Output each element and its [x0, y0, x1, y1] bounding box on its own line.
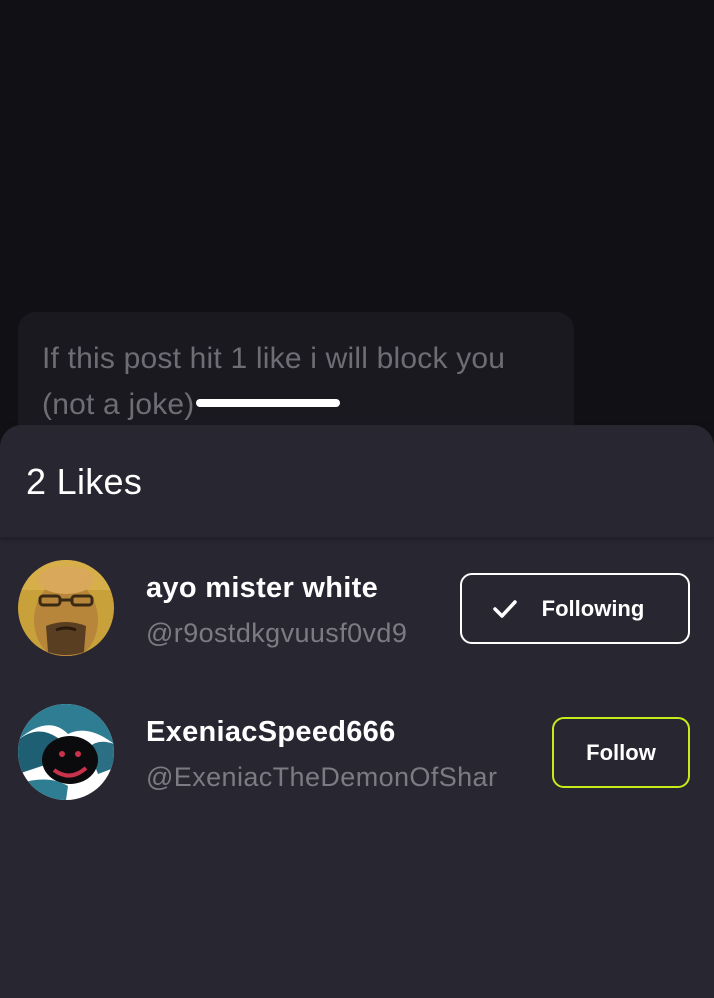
user-handle: @ExeniacTheDemonOfShar — [146, 762, 498, 792]
avatar[interactable] — [18, 704, 114, 800]
likes-sheet: 2 Likes ayo mister white @r9ostdkgvuusf0… — [0, 425, 714, 998]
avatar-image — [18, 704, 114, 800]
user-handle: @r9ostdkgvuusf0vd9 — [146, 618, 408, 648]
following-button-label: Following — [541, 595, 645, 621]
likes-count-title: 2 Likes — [26, 461, 143, 502]
post-text: If this post hit 1 like i will block you… — [42, 336, 542, 428]
liker-row[interactable]: ExeniacSpeed666 @ExeniacTheDemonOfShar F… — [0, 704, 714, 804]
follow-button[interactable]: Follow — [552, 717, 690, 788]
checkmark-icon — [492, 599, 517, 618]
user-name[interactable]: ayo mister white — [146, 572, 378, 605]
follow-button-label: Follow — [586, 739, 656, 765]
avatar[interactable] — [18, 560, 114, 656]
likes-sheet-header: 2 Likes — [0, 425, 714, 538]
screen: If this post hit 1 like i will block you… — [0, 0, 714, 998]
sheet-drag-handle[interactable] — [196, 399, 341, 408]
avatar-image — [18, 560, 114, 656]
post-text-content: If this post hit 1 like i will block you… — [42, 342, 506, 421]
liker-row[interactable]: ayo mister white @r9ostdkgvuusf0vd9 Foll… — [0, 560, 714, 660]
following-button[interactable]: Following — [460, 573, 690, 644]
user-name[interactable]: ExeniacSpeed666 — [146, 716, 396, 749]
